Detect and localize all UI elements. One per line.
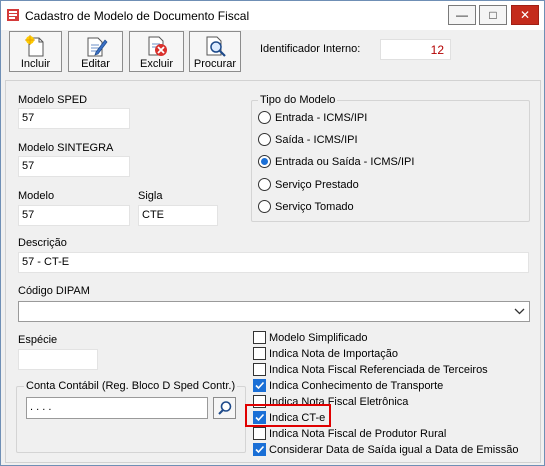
modelo-sintegra-field[interactable]: 57 bbox=[18, 156, 130, 177]
chevron-down-icon bbox=[514, 308, 525, 315]
modelo-label: Modelo bbox=[18, 190, 55, 202]
incluir-label: Incluir bbox=[20, 58, 51, 70]
editar-button[interactable]: Editar bbox=[68, 31, 123, 72]
checkbox-produtor-rural[interactable]: Indica Nota Fiscal de Produtor Rural bbox=[253, 427, 446, 440]
search-document-icon bbox=[206, 36, 226, 57]
maximize-button[interactable]: □ bbox=[479, 5, 507, 25]
window-title: Cadastro de Modelo de Documento Fiscal bbox=[25, 9, 250, 23]
radio-entrada-ou-saida[interactable]: Entrada ou Saída - ICMS/IPI bbox=[258, 155, 414, 168]
sigla-field[interactable]: CTE bbox=[138, 205, 218, 226]
checkbox-label: Modelo Simplificado bbox=[269, 331, 368, 344]
especie-label: Espécie bbox=[18, 334, 58, 346]
new-document-icon bbox=[24, 35, 43, 57]
checkbox[interactable] bbox=[253, 347, 266, 360]
checkbox-nf-referenciada[interactable]: Indica Nota Fiscal Referenciada de Terce… bbox=[253, 363, 488, 376]
especie-field[interactable] bbox=[18, 349, 98, 370]
checkbox[interactable] bbox=[253, 363, 266, 376]
checkbox-label: Indica Nota Fiscal Referenciada de Terce… bbox=[269, 363, 488, 376]
highlight-box bbox=[245, 404, 331, 427]
procurar-button[interactable]: Procurar bbox=[189, 31, 241, 72]
excluir-label: Excluir bbox=[139, 58, 173, 70]
radio-label: Serviço Prestado bbox=[275, 178, 359, 191]
window: Cadastro de Modelo de Documento Fiscal —… bbox=[0, 0, 545, 466]
identificador-field[interactable]: 12 bbox=[380, 39, 451, 60]
minimize-button[interactable]: — bbox=[448, 5, 476, 25]
radio-servico-prestado[interactable]: Serviço Prestado bbox=[258, 178, 359, 191]
descricao-field[interactable]: 57 - CT-E bbox=[18, 252, 529, 273]
app-icon bbox=[7, 9, 19, 21]
title-bar: Cadastro de Modelo de Documento Fiscal —… bbox=[1, 1, 544, 30]
radio-button[interactable] bbox=[258, 111, 271, 124]
radio-button-selected[interactable] bbox=[258, 155, 271, 168]
radio-selected-dot bbox=[261, 158, 268, 165]
search-icon bbox=[217, 401, 231, 415]
radio-button[interactable] bbox=[258, 133, 271, 146]
checkmark-icon bbox=[255, 445, 265, 454]
checkbox-label: Considerar Data de Saída igual a Data de… bbox=[269, 443, 519, 456]
procurar-label: Procurar bbox=[193, 58, 237, 70]
conta-contabil-label: Conta Contábil (Reg. Bloco D Sped Contr.… bbox=[24, 380, 238, 392]
conta-contabil-field[interactable]: . . . . bbox=[26, 397, 208, 419]
close-button[interactable]: ✕ bbox=[511, 5, 539, 25]
modelo-sintegra-label: Modelo SINTEGRA bbox=[18, 142, 114, 154]
identificador-label: Identificador Interno: bbox=[260, 43, 361, 55]
checkbox-nota-importacao[interactable]: Indica Nota de Importação bbox=[253, 347, 398, 360]
modelo-sped-field[interactable]: 57 bbox=[18, 108, 130, 129]
radio-servico-tomado[interactable]: Serviço Tomado bbox=[258, 200, 354, 213]
modelo-field[interactable]: 57 bbox=[18, 205, 130, 226]
excluir-button[interactable]: Excluir bbox=[129, 31, 184, 72]
codigo-dipam-label: Código DIPAM bbox=[18, 285, 90, 297]
checkbox-checked[interactable] bbox=[253, 379, 266, 392]
delete-document-icon bbox=[148, 36, 167, 56]
codigo-dipam-select[interactable] bbox=[18, 301, 530, 322]
checkbox[interactable] bbox=[253, 331, 266, 344]
checkbox-checked[interactable] bbox=[253, 443, 266, 456]
maximize-icon: □ bbox=[489, 8, 497, 22]
checkbox-label: Indica Nota Fiscal de Produtor Rural bbox=[269, 427, 447, 440]
radio-label: Saída - ICMS/IPI bbox=[275, 133, 358, 146]
sigla-label: Sigla bbox=[138, 190, 163, 202]
radio-button[interactable] bbox=[258, 178, 271, 191]
modelo-sped-label: Modelo SPED bbox=[18, 94, 88, 106]
radio-label: Entrada - ICMS/IPI bbox=[275, 111, 368, 124]
checkbox-label: Indica Nota de Importação bbox=[269, 347, 399, 360]
checkbox-conhecimento-transporte[interactable]: Indica Conhecimento de Transporte bbox=[253, 379, 443, 392]
radio-saida[interactable]: Saída - ICMS/IPI bbox=[258, 133, 358, 146]
conta-contabil-search-button[interactable] bbox=[213, 397, 236, 419]
tipo-modelo-title: Tipo do Modelo bbox=[258, 94, 338, 106]
checkbox-modelo-simplificado[interactable]: Modelo Simplificado bbox=[253, 331, 367, 344]
edit-document-icon bbox=[87, 37, 107, 57]
radio-label: Entrada ou Saída - ICMS/IPI bbox=[275, 155, 415, 168]
descricao-label: Descrição bbox=[18, 237, 67, 249]
radio-entrada[interactable]: Entrada - ICMS/IPI bbox=[258, 111, 367, 124]
checkbox-data-saida-emissao[interactable]: Considerar Data de Saída igual a Data de… bbox=[253, 443, 518, 456]
checkbox-label: Indica Conhecimento de Transporte bbox=[269, 379, 444, 392]
radio-button[interactable] bbox=[258, 200, 271, 213]
editar-label: Editar bbox=[81, 58, 110, 70]
checkmark-icon bbox=[255, 381, 265, 390]
minimize-icon: — bbox=[456, 8, 468, 22]
incluir-button[interactable]: Incluir bbox=[9, 31, 62, 72]
radio-label: Serviço Tomado bbox=[275, 200, 354, 213]
close-icon: ✕ bbox=[519, 8, 531, 22]
checkbox[interactable] bbox=[253, 427, 266, 440]
